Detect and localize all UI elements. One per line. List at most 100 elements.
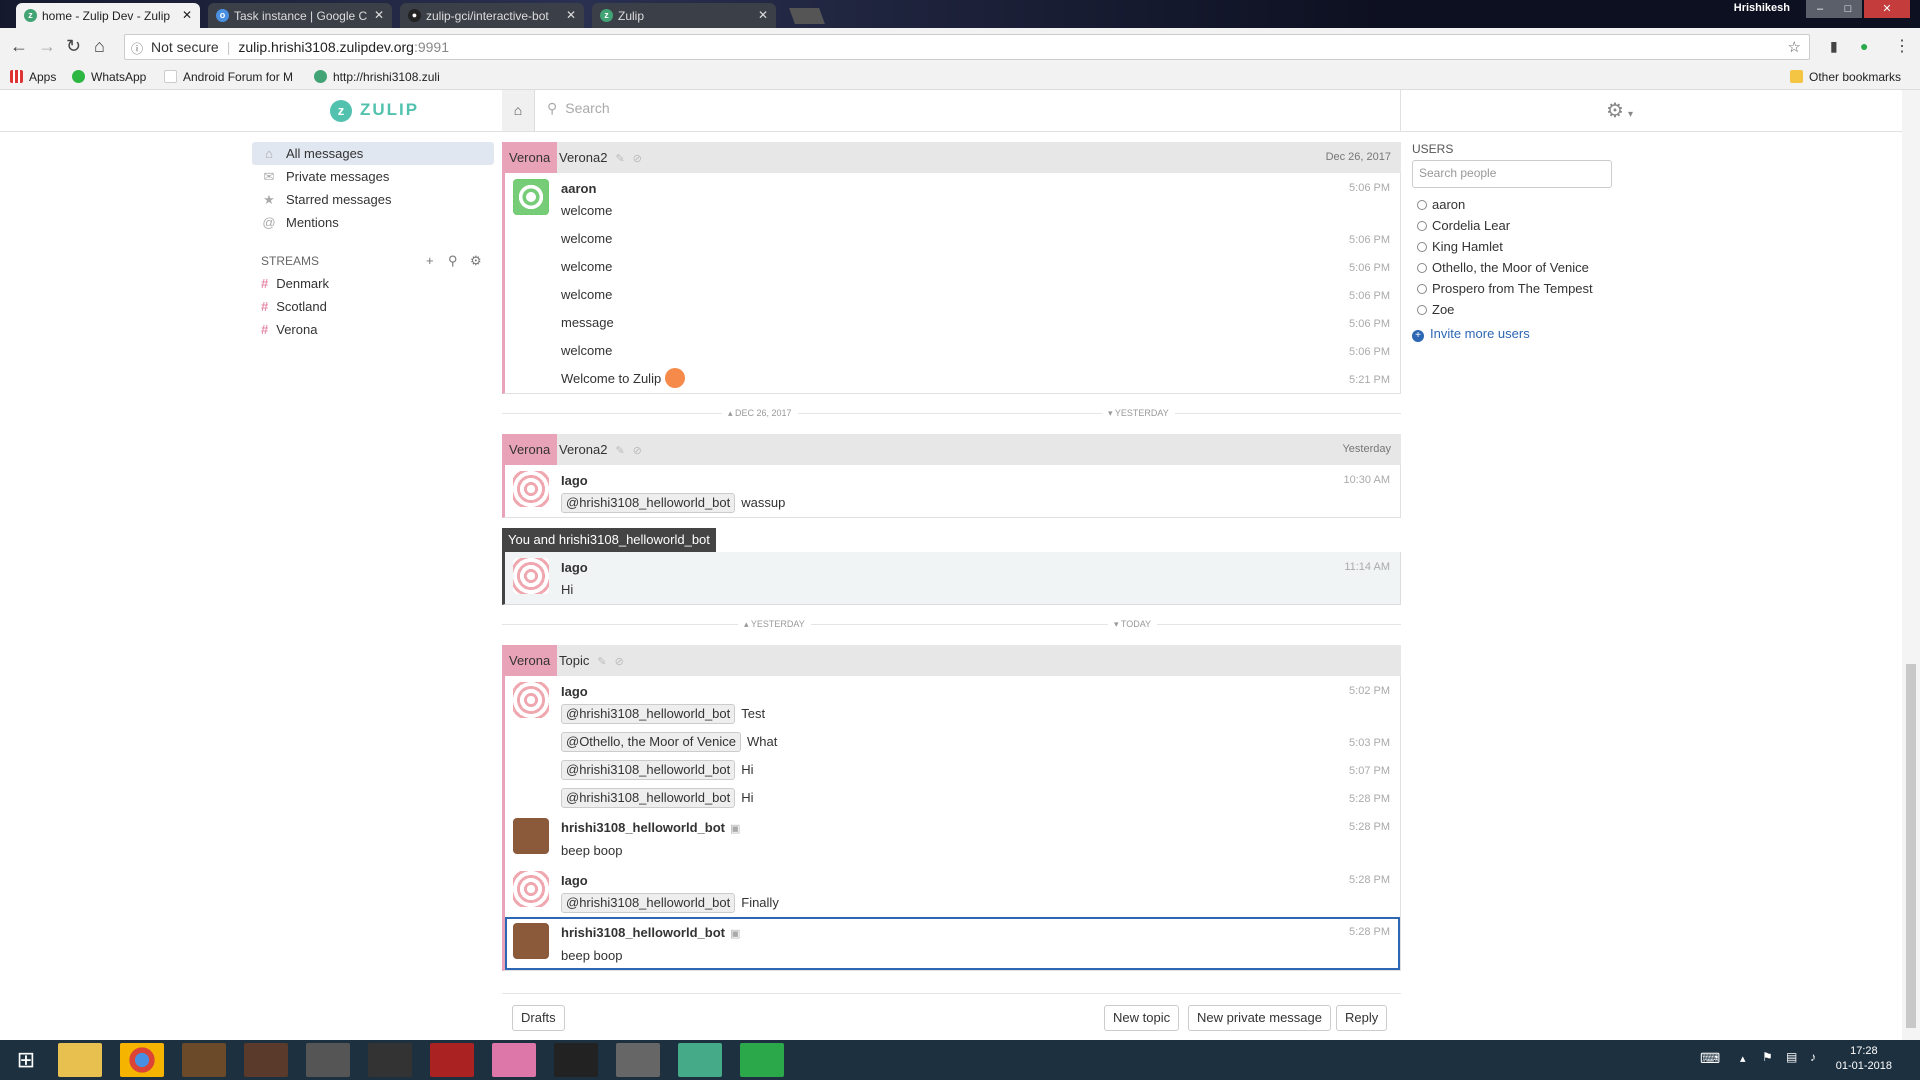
message-time[interactable]: 10:30 AM [1344, 469, 1390, 491]
close-tab-icon[interactable]: ✕ [374, 8, 384, 22]
message-time[interactable]: 5:03 PM [1349, 732, 1390, 754]
url-bar[interactable]: ⓘ Not secure | zulip.hrishi3108.zulipdev.o… [124, 34, 1810, 60]
stream-item-denmark[interactable]: # Denmark [252, 272, 494, 295]
stream-name[interactable]: Verona [502, 645, 558, 676]
network-icon[interactable]: ▤ [1786, 1050, 1797, 1064]
search-people-input[interactable]: Search people [1412, 160, 1612, 188]
recipient-header[interactable]: Verona Verona2 ✎ ⊘ Dec 26, 2017 [502, 142, 1401, 173]
home-icon[interactable]: ⌂ [94, 36, 105, 57]
bookmark-whatsapp[interactable]: WhatsApp [72, 70, 146, 84]
recipient-header[interactable]: Verona Topic ✎ ⊘ [502, 645, 1401, 676]
close-tab-icon[interactable]: ✕ [758, 8, 768, 22]
avatar[interactable] [513, 818, 549, 854]
new-private-message-button[interactable]: New private message [1188, 1005, 1331, 1031]
message-row[interactable]: Iago @hrishi3108_helloworld_bot Test 5:02 P… [505, 676, 1400, 728]
sidebar-item-private-messages[interactable]: ✉ Private messages [252, 165, 494, 188]
message-time[interactable]: 5:06 PM [1349, 313, 1390, 335]
stream-item-verona[interactable]: # Verona [252, 318, 494, 341]
message-time[interactable]: 5:28 PM [1349, 788, 1390, 810]
flag-icon[interactable]: ⚑ [1762, 1050, 1773, 1064]
bookmark-star-icon[interactable]: ☆ [1788, 38, 1801, 56]
avatar[interactable] [513, 871, 549, 907]
mute-icon[interactable]: ⊘ [615, 656, 624, 668]
scrollbar-thumb[interactable] [1906, 664, 1916, 1028]
new-tab-button[interactable] [789, 8, 825, 24]
user-mention[interactable]: @hrishi3108_helloworld_bot [561, 893, 736, 913]
sender-name[interactable]: Iago [561, 870, 1400, 892]
message-row[interactable]: @Othello, the Moor of Venice What 5:03 PM [505, 728, 1400, 756]
tab-zulip[interactable]: z Zulip ✕ [592, 3, 776, 28]
message-row[interactable]: welcome 5:06 PM [505, 281, 1400, 309]
file-explorer-icon[interactable] [58, 1043, 102, 1077]
close-tab-icon[interactable]: ✕ [566, 8, 576, 22]
mute-icon[interactable]: ⊘ [633, 153, 642, 165]
message-time[interactable]: 5:28 PM [1349, 869, 1390, 891]
user-list-item[interactable]: aaron [1412, 194, 1612, 215]
sender-name[interactable]: Iago [561, 470, 1400, 492]
sender-name[interactable]: hrishi3108_helloworld_bot ▣ [561, 817, 1400, 840]
edit-pencil-icon[interactable]: ✎ [615, 153, 624, 165]
game-app-icon[interactable] [616, 1043, 660, 1077]
zulip-logo[interactable]: z ZULIP [330, 100, 419, 122]
invite-more-users-link[interactable]: + Invite more users [1412, 326, 1612, 342]
hangouts-taskbar-icon[interactable] [740, 1043, 784, 1077]
drafts-button[interactable]: Drafts [512, 1005, 565, 1031]
topic-name[interactable]: Topic ✎ ⊘ [559, 645, 624, 678]
message-row[interactable]: Iago Hi 11:14 AM [505, 552, 1400, 604]
bookmark-android-forum[interactable]: Android Forum for M [164, 70, 293, 84]
other-bookmarks[interactable]: Other bookmarks [1790, 70, 1901, 84]
sidebar-item-all-messages[interactable]: ⌂ All messages [252, 142, 494, 165]
avatar[interactable] [513, 471, 549, 507]
message-row[interactable]: Iago @hrishi3108_helloworld_bot wassup 10:3… [505, 465, 1400, 517]
home-button[interactable]: ⌂ [502, 90, 535, 131]
user-mention[interactable]: @hrishi3108_helloworld_bot [561, 788, 736, 808]
message-row[interactable]: message 5:06 PM [505, 309, 1400, 337]
reply-button[interactable]: Reply [1336, 1005, 1388, 1031]
reload-icon[interactable]: ↻ [66, 36, 81, 57]
tray-chevron-icon[interactable]: ▴ [1740, 1052, 1746, 1065]
topic-name[interactable]: Verona2 ✎ ⊘ [559, 434, 642, 467]
info-icon[interactable]: ⓘ [131, 40, 143, 57]
stream-settings-gear-icon[interactable]: ⚙ [470, 250, 482, 272]
message-time[interactable]: 5:02 PM [1349, 680, 1390, 702]
user-mention[interactable]: @hrishi3108_helloworld_bot [561, 760, 736, 780]
search-streams-icon[interactable]: ⚲ [448, 250, 458, 272]
extension-icon[interactable]: ▮ [1830, 38, 1838, 55]
message-row[interactable]: aaron welcome 5:06 PM [505, 173, 1400, 225]
page-scrollbar[interactable] [1902, 90, 1920, 1040]
keyboard-icon[interactable]: ⌨ [1700, 1050, 1720, 1067]
chrome-menu-icon[interactable]: ⋮ [1894, 36, 1910, 56]
chrome-taskbar-icon[interactable] [120, 1043, 164, 1077]
message-time[interactable]: 5:06 PM [1349, 177, 1390, 199]
sender-name[interactable]: aaron [561, 178, 1400, 200]
stream-name[interactable]: Verona [502, 434, 558, 465]
message-row[interactable]: Welcome to Zulip 5:21 PM [505, 365, 1400, 393]
message-row[interactable]: @hrishi3108_helloworld_bot Hi 5:28 PM [505, 784, 1400, 812]
back-arrow-icon[interactable]: ← [10, 36, 28, 57]
volume-icon[interactable]: ♪ [1810, 1050, 1816, 1064]
game-app-icon[interactable] [554, 1043, 598, 1077]
message-row[interactable]: welcome 5:06 PM [505, 225, 1400, 253]
sender-name[interactable]: hrishi3108_helloworld_bot ▣ [561, 922, 1400, 945]
windows-start-icon[interactable]: ⊞ [4, 1043, 48, 1077]
stream-item-scotland[interactable]: # Scotland [252, 295, 494, 318]
message-time[interactable]: 5:06 PM [1349, 257, 1390, 279]
game-app-icon[interactable] [678, 1043, 722, 1077]
sidebar-item-mentions[interactable]: @ Mentions [252, 211, 494, 234]
game-app-icon[interactable] [182, 1043, 226, 1077]
sidebar-item-starred-messages[interactable]: ★ Starred messages [252, 188, 494, 211]
tab-task-instance[interactable]: o Task instance | Google C ✕ [208, 3, 392, 28]
message-row[interactable]: hrishi3108_helloworld_bot ▣ beep boop 5:28 … [505, 812, 1400, 865]
bookmark-apps[interactable]: Apps [10, 70, 56, 84]
game-app-icon[interactable] [492, 1043, 536, 1077]
message-time[interactable]: 5:06 PM [1349, 341, 1390, 363]
minimize-window-icon[interactable]: – [1806, 0, 1834, 18]
hangouts-extension-icon[interactable]: ● [1860, 38, 1868, 54]
tab-github[interactable]: ● zulip-gci/interactive-bot ✕ [400, 3, 584, 28]
edit-pencil-icon[interactable]: ✎ [597, 656, 606, 668]
message-time[interactable]: 11:14 AM [1344, 556, 1390, 578]
game-app-icon[interactable] [244, 1043, 288, 1077]
message-row[interactable]: welcome 5:06 PM [505, 337, 1400, 365]
forward-arrow-icon[interactable]: → [38, 36, 56, 57]
private-message-header[interactable]: You and hrishi3108_helloworld_bot [502, 528, 716, 552]
